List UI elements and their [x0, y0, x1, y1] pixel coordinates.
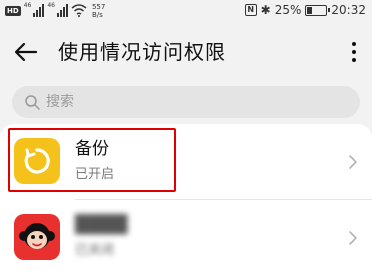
search-input[interactable]: [46, 86, 346, 118]
app-header: 使用情况访问权限: [0, 24, 372, 80]
signal-icon-sim1: 46: [24, 3, 45, 17]
app-name-obscured: ████: [75, 215, 128, 235]
chevron-right-icon: [349, 231, 357, 245]
backup-icon: [14, 138, 60, 184]
network-speed-value: 557: [91, 3, 106, 11]
sim1-label: 46: [23, 2, 32, 9]
chevron-right-icon: [349, 155, 357, 169]
sim2-label: 46: [47, 2, 55, 9]
battery-percent: 25%: [274, 3, 302, 17]
wifi-icon: [71, 4, 87, 17]
network-speed: 557 B/s: [92, 3, 105, 19]
monkey-app-icon: [14, 214, 60, 260]
app-list: 备份 已开启 ████ 已关闭: [0, 124, 372, 277]
bluetooth-icon: ✱: [260, 3, 271, 17]
status-bar: HD 46 46 557 B/s N ✱ 25% 20:32: [0, 0, 372, 24]
hd-badge: HD: [5, 6, 21, 16]
status-bar-left: HD 46 46 557 B/s: [5, 3, 105, 19]
signal-icon-sim2: 46: [47, 3, 68, 17]
list-item-obscured-app[interactable]: ████ 已关闭: [0, 200, 372, 276]
app-name: 备份: [75, 139, 109, 159]
network-speed-unit: B/s: [91, 11, 103, 19]
status-bar-right: N ✱ 25% 20:32: [244, 3, 366, 17]
search-bar[interactable]: [12, 86, 360, 118]
nfc-icon: N: [244, 4, 257, 16]
list-item-backup[interactable]: 备份 已开启: [0, 124, 372, 200]
more-vertical-icon[interactable]: [348, 40, 360, 66]
monkey-glyph: [19, 223, 55, 249]
clock: 20:32: [331, 3, 366, 17]
battery-icon: [305, 4, 331, 16]
app-status: 已关闭: [75, 243, 115, 258]
page-title: 使用情况访问权限: [58, 40, 226, 64]
arrow-left-icon[interactable]: [12, 38, 40, 66]
search-icon: [25, 95, 40, 110]
backup-glyph: [24, 148, 50, 174]
battery-fill: [307, 6, 313, 14]
app-status: 已开启: [75, 167, 115, 182]
